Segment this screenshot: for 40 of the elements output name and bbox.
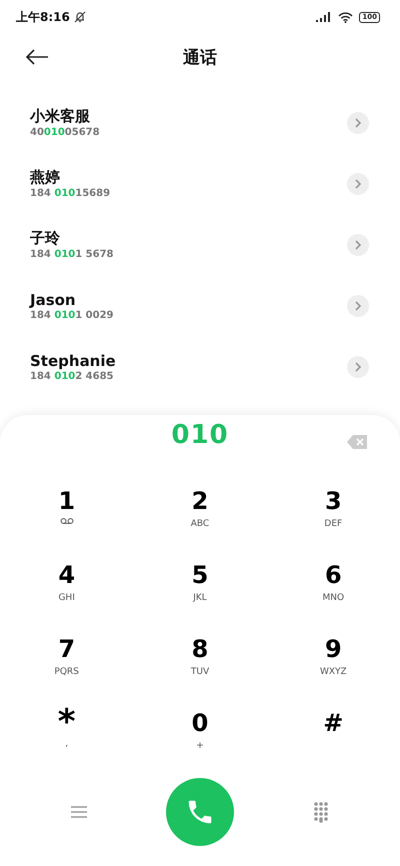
contact-number: 184 0101 0029 xyxy=(30,310,114,320)
dial-key[interactable]: * , xyxy=(0,704,134,778)
chevron-icon xyxy=(354,240,362,250)
dial-key[interactable]: # xyxy=(266,704,400,778)
contact-name: 子玲 xyxy=(30,229,61,248)
signal-icon xyxy=(316,12,332,22)
chevron-icon xyxy=(354,362,362,372)
dial-key[interactable]: 5 JKL xyxy=(133,556,267,630)
dial-key[interactable]: 9 WXYZ xyxy=(266,630,400,704)
details-button[interactable] xyxy=(347,294,369,316)
dial-key[interactable]: 8 TUV xyxy=(133,630,267,704)
wifi-icon xyxy=(338,12,354,22)
mute-icon xyxy=(74,11,86,23)
dial-key[interactable]: 7 PQRS xyxy=(0,630,134,704)
backspace-button[interactable] xyxy=(347,435,367,449)
details-button[interactable] xyxy=(347,356,369,378)
contact-name: 小米客服 xyxy=(30,107,91,126)
details-button[interactable] xyxy=(347,172,369,194)
status-time: 上午8:16 xyxy=(16,8,70,26)
dial-key[interactable]: 4 GHI xyxy=(0,556,134,630)
voicemail-icon xyxy=(60,518,74,525)
contact-number: 4001005678 xyxy=(30,127,100,138)
details-button[interactable] xyxy=(347,112,369,134)
page-title: 通话 xyxy=(183,46,217,68)
dial-key[interactable]: 6 MNO xyxy=(266,556,400,630)
contact-name: 燕婷 xyxy=(30,168,61,187)
dial-key[interactable]: 3 DEF xyxy=(266,482,400,556)
dial-key[interactable]: 2 ABC xyxy=(133,482,267,556)
contact-number: 184 0101 5678 xyxy=(30,249,114,260)
contact-number: 184 01015689 xyxy=(30,188,110,199)
dial-key[interactable]: 0 + xyxy=(133,704,267,778)
dial-key[interactable]: 1 xyxy=(0,482,134,556)
chevron-icon xyxy=(354,178,362,188)
dialed-number: 010 xyxy=(171,420,229,450)
contact-number: 184 0102 4685 xyxy=(30,370,115,382)
details-button[interactable] xyxy=(347,234,369,256)
contact-name: Jason xyxy=(30,290,77,308)
chevron-icon xyxy=(354,300,362,310)
chevron-icon xyxy=(354,118,362,128)
contact-name: Stephanie xyxy=(30,352,116,370)
